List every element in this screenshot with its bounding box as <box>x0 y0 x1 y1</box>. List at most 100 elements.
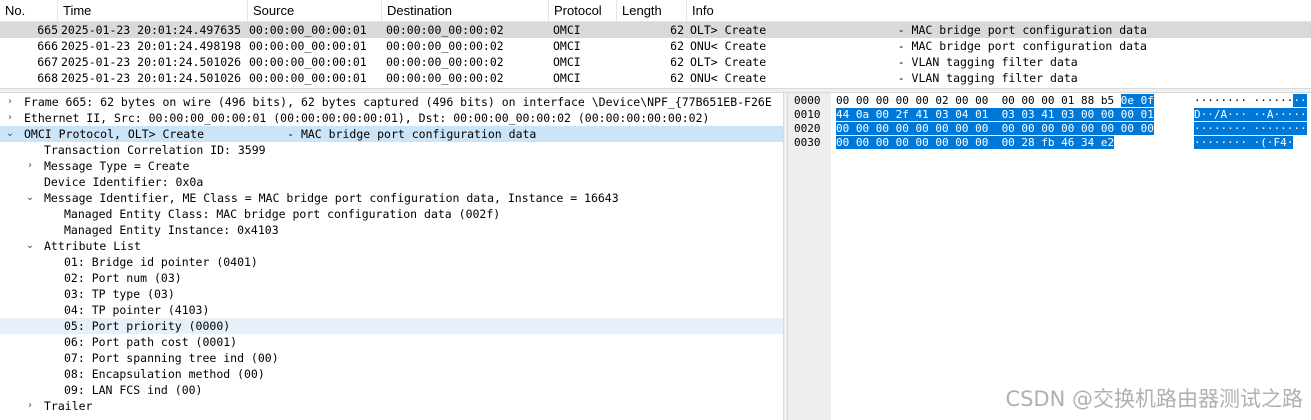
tree-item-label: 07: Port spanning tree ind (00) <box>64 351 279 365</box>
packet-no: 665 <box>37 23 58 37</box>
chevron-right-icon[interactable]: › <box>4 94 16 110</box>
tree-item-label: OMCI Protocol, OLT> Create - MAC bridge … <box>24 127 537 141</box>
packet-source: 00:00:00_00:00:01 <box>249 23 367 37</box>
tree-item[interactable]: ⌄ Message Identifier, ME Class = MAC brid… <box>0 190 783 206</box>
packet-details-tree: › Frame 665: 62 bytes on wire (496 bits),… <box>0 93 783 420</box>
tree-item-label: Transaction Correlation ID: 3599 <box>44 143 266 157</box>
tree-item-label: 04: TP pointer (4103) <box>64 303 210 317</box>
hex-line[interactable]: 0000 00 00 00 00 00 02 00 00 00 00 00 01 … <box>788 94 1311 108</box>
ascii-bytes: ········ ········ <box>1194 122 1307 136</box>
packet-no: 668 <box>37 71 58 85</box>
tree-item-label: Managed Entity Class: MAC bridge port co… <box>64 207 501 221</box>
hex-offset: 0010 <box>794 108 821 121</box>
tree-item[interactable]: › Trailer <box>0 398 783 414</box>
tree-item[interactable]: ⌄ Attribute List <box>0 238 783 254</box>
column-header-length[interactable]: Length <box>617 0 687 22</box>
ascii-bytes: D··/A··· ··A····· <box>1194 108 1307 122</box>
ascii-bytes: ········ ·(·F4· <box>1194 136 1294 150</box>
packet-row[interactable]: 667 2025-01-23 20:01:24.501026 00:00:00_00… <box>0 54 1311 70</box>
hex-bytes-plain: 00 00 00 00 00 02 00 00 00 00 00 01 88 b… <box>836 94 1121 107</box>
packet-no: 666 <box>37 39 58 53</box>
tree-item-label: 01: Bridge id pointer (0401) <box>64 255 258 269</box>
tree-item-label: 03: TP type (03) <box>64 287 175 301</box>
packet-destination: 00:00:00_00:00:02 <box>386 55 504 69</box>
tree-item[interactable]: Transaction Correlation ID: 3599 <box>0 142 783 158</box>
column-header-info[interactable]: Info <box>687 0 1311 22</box>
chevron-right-icon[interactable]: › <box>24 398 36 414</box>
tree-item[interactable]: 05: Port priority (0000) <box>0 318 783 334</box>
watermark: CSDN @交换机路由器测试之路 <box>1005 387 1303 411</box>
hex-offset: 0030 <box>794 136 821 149</box>
packet-info: OLT> Create - VLAN tagging filter data <box>690 55 1078 69</box>
tree-item[interactable]: Managed Entity Class: MAC bridge port co… <box>0 206 783 222</box>
packet-length: 62 <box>670 55 684 69</box>
tree-item-label: Ethernet II, Src: 00:00:00_00:00:01 (00:… <box>24 111 710 125</box>
tree-item[interactable]: 09: LAN FCS ind (00) <box>0 382 783 398</box>
chevron-right-icon[interactable]: › <box>24 158 36 174</box>
column-header-no[interactable]: No. <box>0 0 58 22</box>
hex-line[interactable]: 0020 00 00 00 00 00 00 00 00 00 00 00 00 … <box>788 122 1311 136</box>
packet-protocol: OMCI <box>553 71 581 85</box>
packet-length: 62 <box>670 39 684 53</box>
column-header-time[interactable]: Time <box>58 0 248 22</box>
hex-offset: 0000 <box>794 94 821 107</box>
tree-item-label: Message Type = Create <box>44 159 190 173</box>
tree-item[interactable]: Managed Entity Instance: 0x4103 <box>0 222 783 238</box>
hex-bytes: 00 00 00 00 00 02 00 00 00 00 00 01 88 b… <box>836 94 1154 108</box>
packet-source: 00:00:00_00:00:01 <box>249 71 367 85</box>
packet-destination: 00:00:00_00:00:02 <box>386 23 504 37</box>
hex-bytes-selected: 44 0a 00 2f 41 03 04 01 03 03 41 03 00 0… <box>836 108 1154 121</box>
tree-item-label: 05: Port priority (0000) <box>64 319 231 333</box>
packet-source: 00:00:00_00:00:01 <box>249 39 367 53</box>
packet-time: 2025-01-23 20:01:24.501026 <box>61 71 242 85</box>
chevron-down-icon[interactable]: ⌄ <box>24 190 36 206</box>
chevron-right-icon[interactable]: › <box>4 110 16 126</box>
packet-info: OLT> Create - MAC bridge port configurat… <box>690 23 1147 37</box>
chevron-down-icon[interactable]: ⌄ <box>24 238 36 254</box>
column-header-source[interactable]: Source <box>248 0 382 22</box>
tree-item[interactable]: › Frame 665: 62 bytes on wire (496 bits),… <box>0 94 783 110</box>
packet-row[interactable]: 665 2025-01-23 20:01:24.497635 00:00:00_00… <box>0 22 1311 38</box>
tree-item[interactable]: › Message Type = Create <box>0 158 783 174</box>
tree-item[interactable]: 02: Port num (03) <box>0 270 783 286</box>
hex-bytes: 00 00 00 00 00 00 00 00 00 00 00 00 00 0… <box>836 122 1154 136</box>
packet-protocol: OMCI <box>553 55 581 69</box>
packet-info: ONU< Create - MAC bridge port configurat… <box>690 39 1147 53</box>
tree-item[interactable]: 08: Encapsulation method (00) <box>0 366 783 382</box>
ascii-bytes-selected: ········ ·(·F4· <box>1194 136 1294 149</box>
packet-row[interactable]: 666 2025-01-23 20:01:24.498198 00:00:00_00… <box>0 38 1311 54</box>
hex-bytes-selected: 00 00 00 00 00 00 00 00 00 28 fb 46 34 e… <box>836 136 1115 149</box>
tree-item[interactable]: 01: Bridge id pointer (0401) <box>0 254 783 270</box>
tree-item-label: 08: Encapsulation method (00) <box>64 367 265 381</box>
hex-bytes: 00 00 00 00 00 00 00 00 00 28 fb 46 34 e… <box>836 136 1115 150</box>
tree-item-label: Device Identifier: 0x0a <box>44 175 204 189</box>
hex-bytes-selected: 00 00 00 00 00 00 00 00 00 00 00 00 00 0… <box>836 122 1154 135</box>
column-header-protocol[interactable]: Protocol <box>549 0 617 22</box>
hex-offset: 0020 <box>794 122 821 135</box>
hex-bytes-selected: 0e 0f <box>1120 94 1154 107</box>
tree-item[interactable]: 07: Port spanning tree ind (00) <box>0 350 783 366</box>
tree-item-label: Message Identifier, ME Class = MAC bridg… <box>44 191 619 205</box>
tree-item[interactable]: 03: TP type (03) <box>0 286 783 302</box>
tree-item-label: Trailer <box>44 399 93 413</box>
packet-time: 2025-01-23 20:01:24.497635 <box>61 23 242 37</box>
ascii-bytes-selected: ········ ········ <box>1194 122 1307 135</box>
packet-destination: 00:00:00_00:00:02 <box>386 39 504 53</box>
tree-item[interactable]: › Ethernet II, Src: 00:00:00_00:00:01 (00… <box>0 110 783 126</box>
column-header-destination[interactable]: Destination <box>382 0 549 22</box>
packet-length: 62 <box>670 71 684 85</box>
packet-no: 667 <box>37 55 58 69</box>
tree-item[interactable]: Device Identifier: 0x0a <box>0 174 783 190</box>
tree-item-label: 09: LAN FCS ind (00) <box>64 383 203 397</box>
chevron-down-icon[interactable]: ⌄ <box>4 126 16 142</box>
ascii-bytes-plain: ········ ······ <box>1194 94 1294 107</box>
packet-bytes-pane: 0000 00 00 00 00 00 02 00 00 00 00 00 01 … <box>788 93 1311 420</box>
tree-item[interactable]: ⌄ OMCI Protocol, OLT> Create - MAC bridge… <box>0 126 783 142</box>
tree-item[interactable]: 06: Port path cost (0001) <box>0 334 783 350</box>
tree-item-label: Frame 665: 62 bytes on wire (496 bits), … <box>24 95 772 109</box>
tree-item[interactable]: 04: TP pointer (4103) <box>0 302 783 318</box>
hex-line[interactable]: 0010 44 0a 00 2f 41 03 04 01 03 03 41 03 … <box>788 108 1311 122</box>
packet-info: ONU< Create - VLAN tagging filter data <box>690 71 1078 85</box>
hex-line[interactable]: 0030 00 00 00 00 00 00 00 00 00 28 fb 46 … <box>788 136 1311 150</box>
packet-row[interactable]: 668 2025-01-23 20:01:24.501026 00:00:00_00… <box>0 70 1311 86</box>
